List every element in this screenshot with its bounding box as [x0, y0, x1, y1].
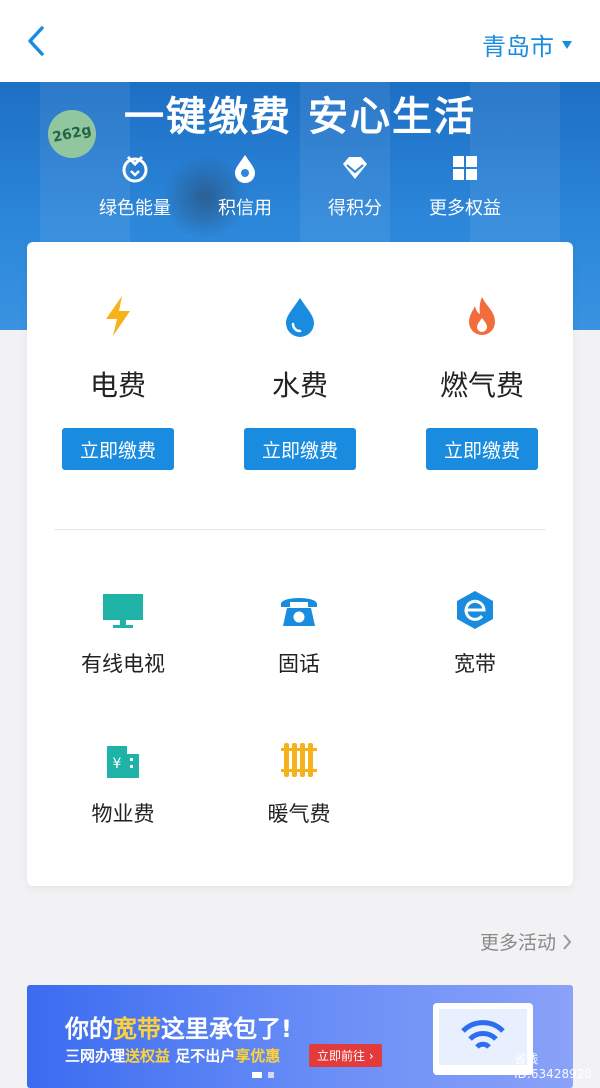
- landline-label: 固话: [278, 652, 320, 676]
- payment-card: 电费 立即缴费 水费 立即缴费 燃气费 立即缴费 有线电视 固话 宽带 ¥ 物业…: [27, 242, 573, 886]
- carousel-dot: [252, 1072, 262, 1078]
- wifi-icon: [461, 1020, 505, 1049]
- perk-green-energy[interactable]: 绿色能量: [80, 152, 190, 220]
- watermark-id: ID:63428928: [514, 1067, 592, 1081]
- svg-text:¥: ¥: [113, 756, 122, 772]
- broadband-promo-banner[interactable]: 你的宽带这里承包了! 三网办理送权益 足不出户享优惠 立即前往 ›: [27, 985, 573, 1088]
- diamond-points-icon: [343, 157, 367, 179]
- grid-row: ¥ 物业费 暖气费: [27, 740, 573, 890]
- banner-subtitle: 三网办理送权益 足不出户享优惠: [65, 1045, 280, 1066]
- other-services-grid: 有线电视 固话 宽带 ¥ 物业费 暖气费: [27, 590, 573, 890]
- electricity-label: 电费: [89, 369, 146, 402]
- property-icon: ¥: [107, 746, 139, 778]
- city-selector[interactable]: 青岛市: [482, 27, 572, 62]
- section-divider: [54, 529, 546, 530]
- tv-icon: [103, 594, 143, 628]
- broadband-item[interactable]: 宽带: [387, 590, 563, 740]
- carousel-dot: [268, 1072, 274, 1078]
- perk-points[interactable]: 得积分: [300, 152, 410, 220]
- perk-credit[interactable]: 积信用: [190, 152, 300, 220]
- property-fee-label: 物业费: [91, 802, 155, 826]
- heating-fee-item[interactable]: 暖气费: [211, 740, 387, 890]
- grid-row: 有线电视 固话 宽带: [27, 590, 573, 740]
- radiator-icon: [281, 743, 317, 777]
- banner-sub-text: 三网办理: [65, 1047, 126, 1065]
- water-drop-icon: [286, 298, 314, 337]
- perks-row: 绿色能量 积信用 得积分 更多权益: [80, 152, 520, 220]
- perk-label: 绿色能量: [99, 198, 171, 219]
- cable-tv-item[interactable]: 有线电视: [35, 590, 211, 740]
- water-item: 水费 立即缴费: [209, 294, 391, 470]
- banner-title-highlight: 宽带: [113, 1015, 161, 1043]
- perk-label: 更多权益: [429, 198, 501, 219]
- electricity-item: 电费 立即缴费: [27, 294, 209, 470]
- perk-label: 得积分: [328, 198, 382, 219]
- watermark: 省钱 ID:63428928: [514, 1052, 592, 1082]
- pay-electricity-button[interactable]: 立即缴费: [62, 428, 174, 470]
- gas-label: 燃气费: [439, 369, 524, 402]
- credit-icon: [235, 155, 255, 183]
- caret-down-icon: [562, 40, 572, 49]
- landline-item[interactable]: 固话: [211, 590, 387, 740]
- property-fee-item[interactable]: ¥ 物业费: [35, 740, 211, 890]
- pay-water-button[interactable]: 立即缴费: [244, 428, 356, 470]
- more-activities-label: 更多活动: [479, 932, 556, 954]
- chevron-right-icon: [563, 933, 572, 950]
- broadband-icon: [457, 591, 493, 629]
- back-arrow-icon[interactable]: [22, 24, 52, 58]
- utility-items: 电费 立即缴费 水费 立即缴费 燃气费 立即缴费: [27, 294, 573, 470]
- banner-title-text: 你的: [65, 1015, 113, 1043]
- perk-label: 积信用: [218, 198, 272, 219]
- pay-gas-button[interactable]: 立即缴费: [426, 428, 538, 470]
- banner-sub-highlight: 送权益: [125, 1047, 171, 1065]
- banner-sub-text: 足不出户: [170, 1047, 236, 1065]
- carousel-indicator: [252, 1072, 274, 1078]
- green-energy-icon: [122, 155, 148, 183]
- lightning-icon: [106, 296, 130, 336]
- cable-tv-label: 有线电视: [81, 652, 165, 676]
- grid-more-icon: [453, 156, 477, 180]
- broadband-label: 宽带: [454, 652, 496, 676]
- telephone-icon: [281, 598, 317, 626]
- go-now-button[interactable]: 立即前往 ›: [309, 1044, 382, 1067]
- more-activities-link[interactable]: 更多活动: [480, 928, 572, 955]
- city-name: 青岛市: [482, 33, 554, 61]
- banner-title: 你的宽带这里承包了!: [65, 1009, 292, 1044]
- banner-sub-highlight: 享优惠: [235, 1047, 281, 1065]
- heating-fee-label: 暖气费: [267, 802, 331, 826]
- top-nav-bar: 青岛市: [0, 0, 600, 82]
- perk-more[interactable]: 更多权益: [410, 152, 520, 220]
- hero-title: 一键缴费 安心生活: [124, 94, 476, 140]
- watermark-text: 省钱: [514, 1052, 539, 1066]
- banner-title-text: 这里承包了!: [161, 1015, 292, 1043]
- water-label: 水费: [271, 369, 328, 402]
- gas-item: 燃气费 立即缴费: [391, 294, 573, 470]
- flame-icon: [469, 297, 495, 335]
